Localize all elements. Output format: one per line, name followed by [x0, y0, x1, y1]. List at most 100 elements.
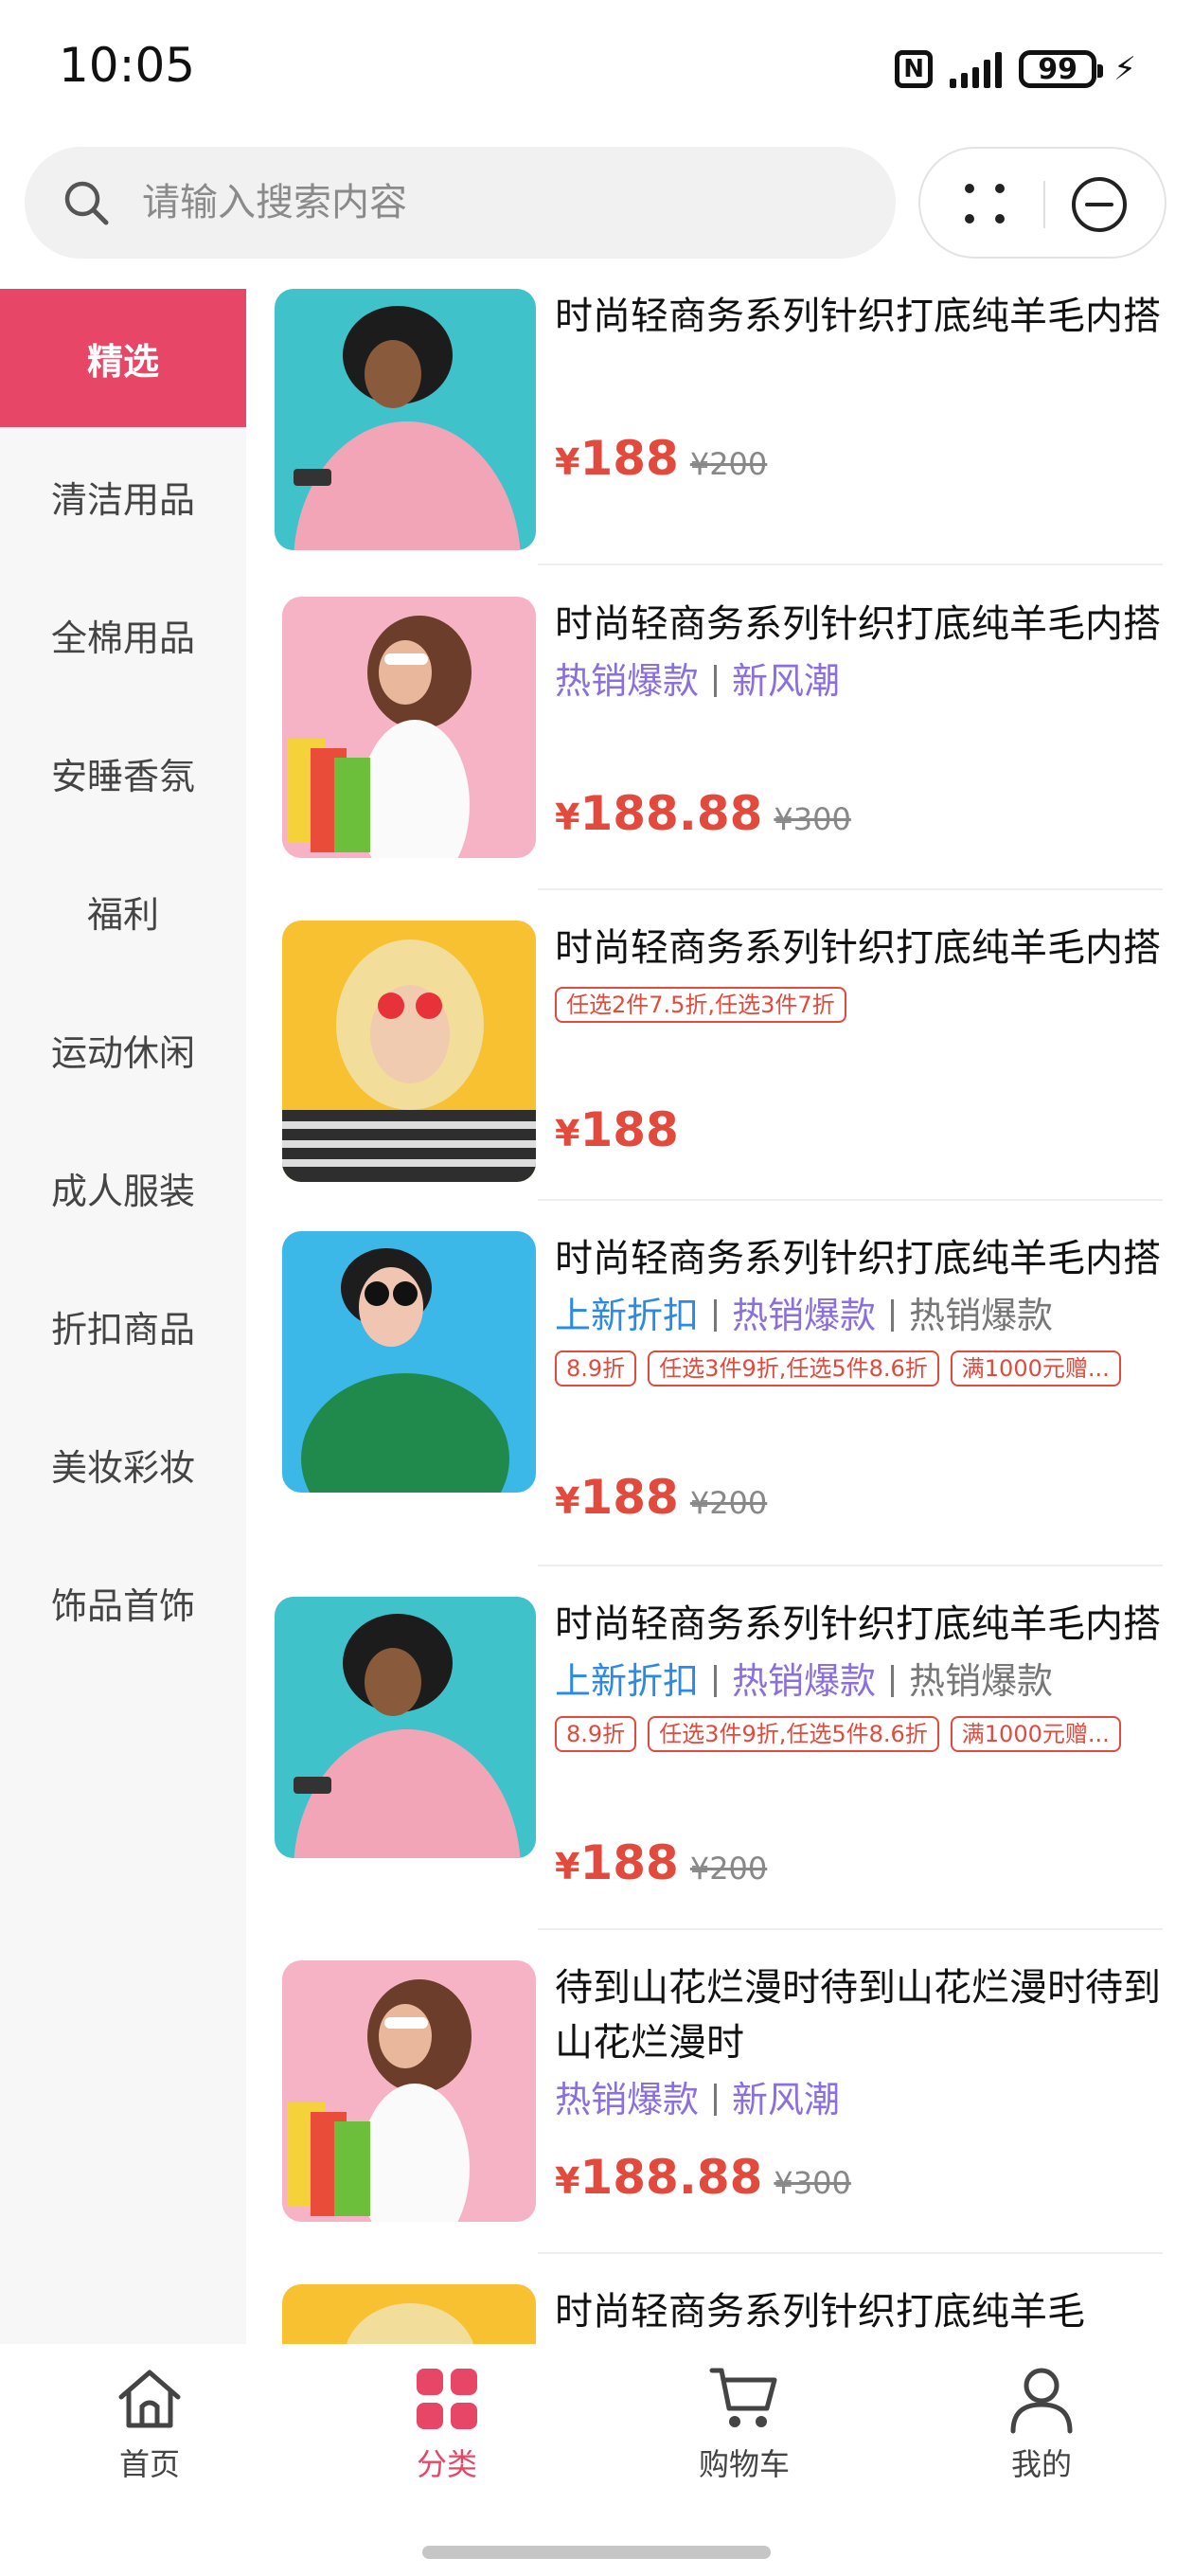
divider [538, 564, 1163, 565]
sidebar-item-cleaning[interactable]: 清洁用品 [0, 427, 246, 565]
product-tags: 上新折扣 热销爆款 热销爆款 [555, 1657, 1161, 1705]
tab-cart[interactable]: 购物车 [650, 2363, 839, 2484]
tab-category[interactable]: 分类 [352, 2363, 542, 2484]
original-price: ¥300 [774, 2165, 851, 2201]
tag-separator [891, 1665, 895, 1697]
category-sidebar: 精选 清洁用品 全棉用品 安睡香氛 福利 运动休闲 成人服装 折扣商品 美妆彩妆… [0, 289, 246, 2344]
product-card[interactable]: 时尚轻商务系列针织打底纯羊毛内搭 上新折扣 热销爆款 热销爆款 8.9折 任选3件9… [275, 1597, 1165, 1928]
product-info: 时尚轻商务系列针织打底纯羊毛内搭 上新折扣 热销爆款 热销爆款 8.9折 任选3件9… [555, 1231, 1161, 1386]
price-row: ¥188 ¥200 [555, 1470, 767, 1525]
product-title: 时尚轻商务系列针织打底纯羊毛内搭 [555, 1602, 1161, 1646]
sidebar-item-label: 全棉用品 [50, 617, 195, 659]
sidebar-item-sports[interactable]: 运动休闲 [0, 980, 246, 1118]
product-info: 时尚轻商务系列针织打底纯羊毛内搭 [555, 289, 1161, 344]
original-price: ¥200 [689, 1485, 768, 1521]
home-indicator[interactable] [422, 2546, 771, 2559]
nfc-icon: N [895, 50, 934, 88]
tag-separator [891, 1299, 895, 1332]
sidebar-item-label: 美妆彩妆 [50, 1446, 195, 1489]
product-tags: 上新折扣 热销爆款 热销爆款 [555, 1292, 1161, 1339]
tag-separator [714, 1665, 718, 1697]
tab-label: 购物车 [698, 2446, 790, 2482]
charging-icon: ⚡ [1113, 50, 1136, 88]
product-price: ¥188.88 [555, 786, 763, 841]
sidebar-item-adult-clothing[interactable]: 成人服装 [0, 1118, 246, 1257]
product-image[interactable] [275, 1597, 536, 1858]
product-image[interactable] [275, 289, 536, 550]
sidebar-item-featured[interactable]: 精选 [0, 289, 246, 427]
promo-badges: 8.9折 任选3件9折,任选5件8.6折 满1000元赠... [555, 1351, 1161, 1386]
sidebar-item-makeup[interactable]: 美妆彩妆 [0, 1395, 246, 1533]
product-tag: 热销爆款 [909, 1660, 1054, 1702]
product-image[interactable] [282, 1231, 536, 1493]
price-row: ¥188.88 ¥300 [555, 786, 851, 841]
product-image[interactable] [282, 1960, 536, 2222]
promo-badges: 任选2件7.5折,任选3件7折 [555, 987, 1161, 1023]
product-title: 时尚轻商务系列针织打底纯羊毛内搭 [555, 1237, 1161, 1280]
tab-home[interactable]: 首页 [55, 2363, 244, 2484]
sidebar-item-sleep-fragrance[interactable]: 安睡香氛 [0, 704, 246, 842]
product-tag: 热销爆款 [732, 1660, 877, 1702]
close-icon[interactable] [1070, 175, 1129, 234]
divider [538, 2252, 1163, 2254]
product-title: 时尚轻商务系列针织打底纯羊毛内搭 [555, 602, 1161, 646]
sidebar-item-cotton[interactable]: 全棉用品 [0, 565, 246, 704]
home-icon [118, 2370, 181, 2428]
tag-separator [714, 1299, 718, 1332]
price-row: ¥188.88 ¥300 [555, 2150, 851, 2205]
tag-separator [714, 665, 718, 697]
status-icons: N 99 ⚡ [895, 45, 1136, 93]
product-info: 待到山花烂漫时待到山花烂漫时待到山花烂漫时 热销爆款 新风潮 [555, 1960, 1161, 2123]
tag-separator [714, 2084, 718, 2116]
promo-badge: 8.9折 [555, 1351, 637, 1386]
sidebar-item-label: 安睡香氛 [50, 755, 195, 797]
product-card[interactable]: 待到山花烂漫时待到山花烂漫时待到山花烂漫时 热销爆款 新风潮 ¥188.88 ¥3… [275, 1960, 1165, 2254]
product-price: ¥188 [555, 1102, 679, 1157]
tab-profile[interactable]: 我的 [947, 2363, 1136, 2484]
product-image[interactable] [282, 921, 536, 1182]
product-info: 时尚轻商务系列针织打底纯羊毛内搭 上新折扣 热销爆款 热销爆款 8.9折 任选3件9… [555, 1597, 1161, 1752]
product-tag: 热销爆款 [555, 2079, 700, 2120]
divider [538, 1928, 1163, 1930]
product-tag: 上新折扣 [555, 1295, 700, 1336]
product-image[interactable] [282, 597, 536, 858]
product-card[interactable]: 时尚轻商务系列针织打底纯羊毛内搭 热销爆款 新风潮 ¥188.88 ¥300 [275, 597, 1165, 890]
battery-level: 99 [1038, 52, 1077, 86]
mini-program-capsule [918, 147, 1166, 259]
search-bar[interactable] [25, 147, 896, 259]
sidebar-item-label: 福利 [86, 893, 159, 936]
product-info: 时尚轻商务系列针织打底纯羊毛内搭 热销爆款 新风潮 [555, 597, 1161, 705]
product-title: 时尚轻商务系列针织打底纯羊毛内搭 [555, 926, 1161, 970]
sidebar-item-label: 折扣商品 [50, 1308, 195, 1351]
product-card[interactable]: 时尚轻商务系列针织打底纯羊毛 [275, 2284, 1165, 2344]
cart-icon [709, 2368, 777, 2427]
product-tags: 热销爆款 新风潮 [555, 657, 1161, 705]
user-icon [1010, 2368, 1073, 2434]
category-grid-icon [417, 2369, 477, 2429]
product-card[interactable]: 时尚轻商务系列针织打底纯羊毛内搭 任选2件7.5折,任选3件7折 ¥188 [275, 921, 1165, 1195]
sidebar-item-discount[interactable]: 折扣商品 [0, 1257, 246, 1395]
product-tag: 上新折扣 [555, 1660, 700, 1702]
original-price: ¥200 [689, 446, 768, 482]
product-tags: 热销爆款 新风潮 [555, 2076, 1161, 2123]
price-row: ¥188 ¥200 [555, 431, 767, 486]
sidebar-item-label: 清洁用品 [50, 478, 195, 521]
product-card[interactable]: 时尚轻商务系列针织打底纯羊毛内搭 上新折扣 热销爆款 热销爆款 8.9折 任选3件9… [275, 1231, 1165, 1563]
capsule-divider [1043, 181, 1045, 228]
tab-label: 我的 [1010, 2446, 1072, 2482]
product-tag: 新风潮 [732, 2079, 841, 2120]
more-dots-icon[interactable] [958, 177, 1011, 230]
product-price: ¥188 [555, 431, 679, 486]
product-image[interactable] [282, 2284, 536, 2344]
sidebar-item-label: 精选 [86, 340, 159, 383]
sidebar-item-label: 饰品首饰 [50, 1584, 195, 1627]
sidebar-item-welfare[interactable]: 福利 [0, 842, 246, 980]
bottom-tab-bar: 首页 分类 购物车 我的 [0, 2344, 1193, 2576]
promo-badge: 任选3件9折,任选5件8.6折 [648, 1351, 939, 1386]
sidebar-item-jewelry[interactable]: 饰品首饰 [0, 1533, 246, 1672]
search-input[interactable] [142, 170, 862, 236]
battery-icon: 99 [1019, 50, 1104, 88]
divider [538, 1565, 1163, 1566]
product-tag: 热销爆款 [909, 1295, 1054, 1336]
product-card[interactable]: 时尚轻商务系列针织打底纯羊毛内搭 ¥188 ¥200 [275, 289, 1165, 564]
